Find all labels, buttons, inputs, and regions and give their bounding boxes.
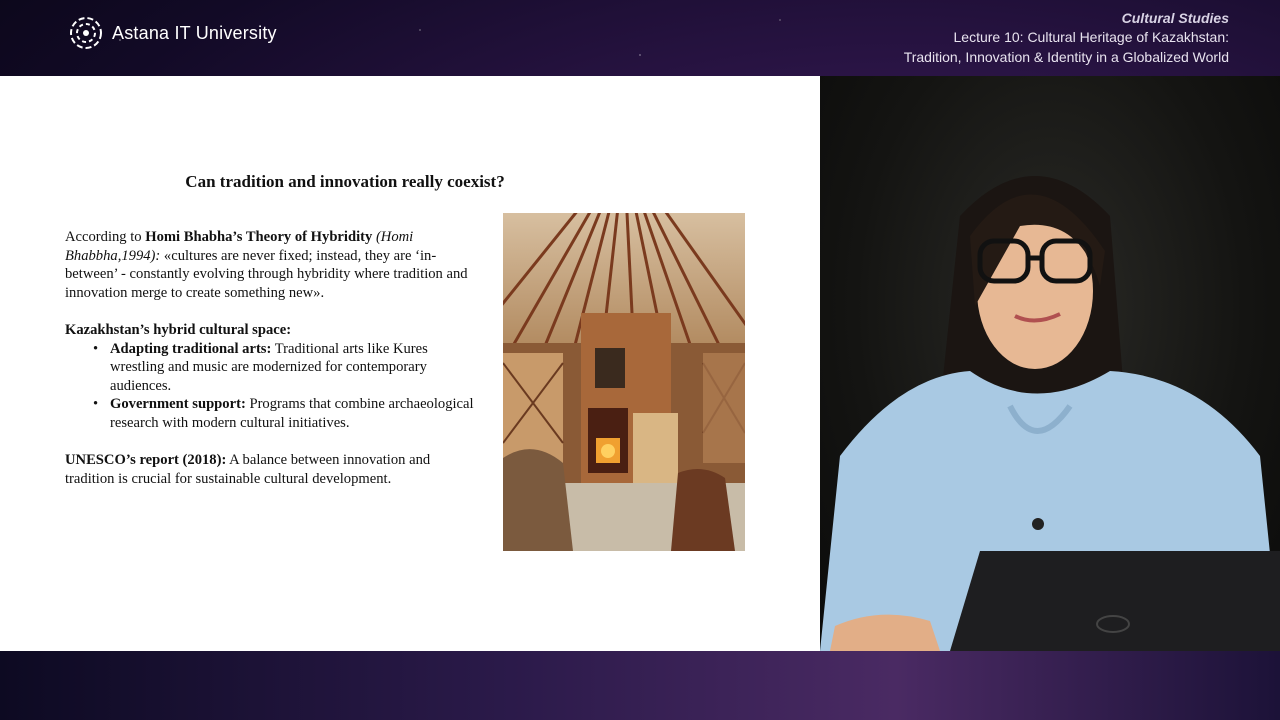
- bullet-item: Adapting traditional arts: Traditional a…: [93, 340, 475, 396]
- lecturer-video: [820, 76, 1280, 651]
- slide-body: According to Homi Bhabha’s Theory of Hyb…: [65, 228, 475, 488]
- university-logo-icon: [70, 17, 102, 49]
- bullet-bold: Adapting traditional arts:: [110, 340, 272, 357]
- university-logo: Astana IT University: [68, 15, 277, 51]
- section-heading-text: Kazakhstan’s hybrid cultural space:: [65, 322, 292, 338]
- intro-prefix: According to: [65, 229, 146, 245]
- yurt-illustration: [503, 213, 745, 551]
- bullet-item: Government support: Programs that combin…: [93, 395, 475, 432]
- intro-paragraph: According to Homi Bhabha’s Theory of Hyb…: [65, 228, 475, 302]
- lecture-header: Cultural Studies Lecture 10: Cultural He…: [904, 9, 1229, 67]
- intro-theory: Homi Bhabha’s Theory of Hybridity: [145, 229, 373, 245]
- unesco-bold: UNESCO’s report (2018):: [65, 452, 227, 468]
- lecture-title-line1: Lecture 10: Cultural Heritage of Kazakhs…: [953, 29, 1230, 45]
- lecture-title-line2: Tradition, Innovation & Identity in a Gl…: [903, 49, 1229, 65]
- unesco-paragraph: UNESCO’s report (2018): A balance betwee…: [65, 451, 475, 488]
- university-name: Astana IT University: [112, 22, 277, 43]
- section-heading: Kazakhstan’s hybrid cultural space:: [65, 321, 475, 340]
- presentation-slide: Can tradition and innovation really coex…: [0, 76, 820, 651]
- yurt-interior-image: [503, 213, 745, 551]
- course-title: Cultural Studies: [1121, 10, 1229, 26]
- bullet-list: Adapting traditional arts: Traditional a…: [65, 340, 475, 433]
- slide-title: Can tradition and innovation really coex…: [185, 172, 505, 191]
- lecturer-illustration: [820, 176, 1280, 651]
- bullet-bold: Government support:: [110, 396, 246, 412]
- bottom-band: [0, 651, 1280, 720]
